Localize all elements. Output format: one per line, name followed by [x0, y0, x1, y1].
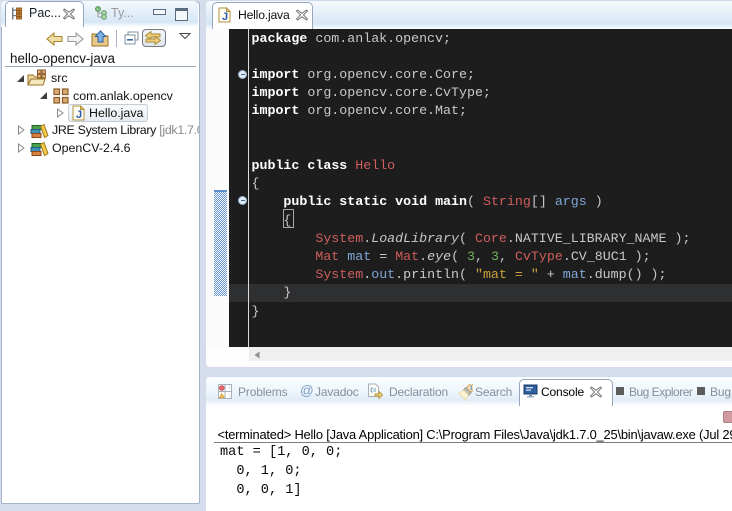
svg-text:J: J: [76, 109, 82, 121]
svg-text:J: J: [222, 11, 228, 23]
